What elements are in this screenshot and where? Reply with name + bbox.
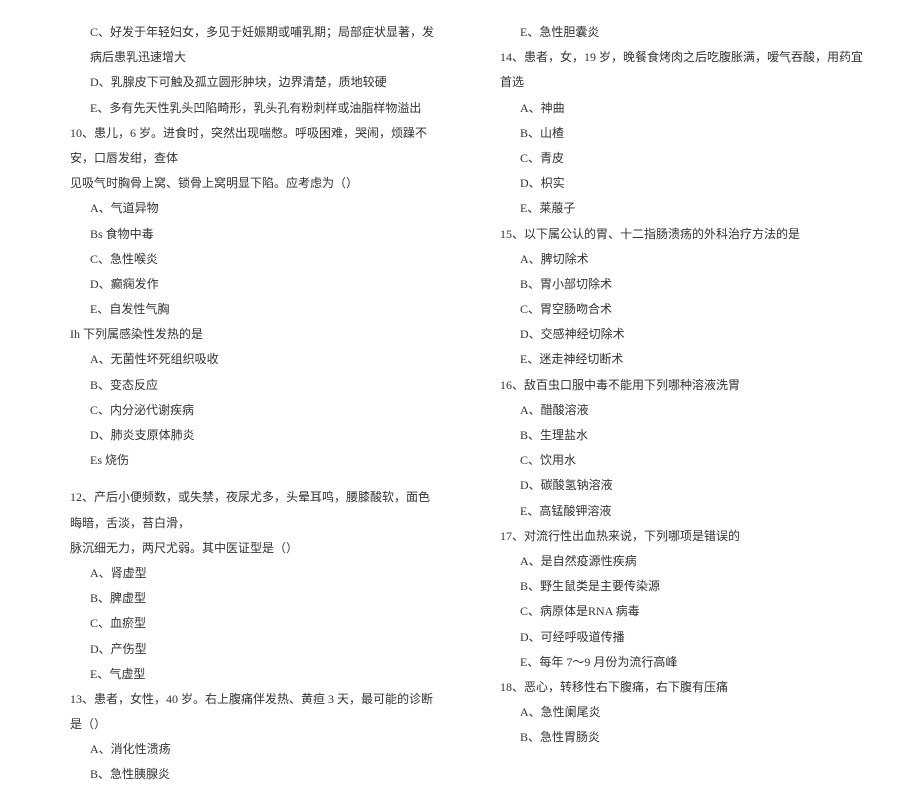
q16-option-e: E、高锰酸钾溶液	[500, 499, 870, 524]
q14-option-e: E、莱菔子	[500, 196, 870, 221]
q16-option-a: A、醋酸溶液	[500, 398, 870, 423]
left-column: C、好发于年轻妇女，多见于妊娠期或哺乳期；局部症状显著，发病后患乳迅速增大 D、…	[70, 20, 440, 788]
q16-option-c: C、饮用水	[500, 448, 870, 473]
q11-option-e: Es 烧伤	[70, 448, 440, 473]
q15-option-c: C、胃空肠吻合术	[500, 297, 870, 322]
q11-option-a: A、无菌性坏死组织吸收	[70, 347, 440, 372]
q9-option-e: E、多有先天性乳头凹陷畸形，乳头孔有粉刺样或油脂样物溢出	[70, 96, 440, 121]
q10-option-c: C、急性喉炎	[70, 247, 440, 272]
q14-stem: 14、患者，女，19 岁，晚餐食烤肉之后吃腹胀满，嗳气吞酸，用药宜首选	[500, 45, 870, 95]
q15-option-e: E、迷走神经切断术	[500, 347, 870, 372]
q13-option-a: A、消化性溃疡	[70, 737, 440, 762]
q15-option-d: D、交感神经切除术	[500, 322, 870, 347]
q15-option-a: A、脾切除术	[500, 247, 870, 272]
q17-option-d: D、可经呼吸道传播	[500, 625, 870, 650]
q12-option-a: A、肾虚型	[70, 561, 440, 586]
q13-option-b: B、急性胰腺炎	[70, 762, 440, 787]
q16-stem: 16、敌百虫口服中毒不能用下列哪种溶液洗胃	[500, 373, 870, 398]
q12-option-c: C、血瘀型	[70, 611, 440, 636]
q13-stem: 13、患者，女性，40 岁。右上腹痛伴发热、黄疸 3 天，最可能的诊断是（）	[70, 687, 440, 737]
q10-stem-line1: 10、患儿，6 岁。进食时，突然出现喘憋。呼吸困难，哭闹，烦躁不安，口唇发绀，查…	[70, 121, 440, 171]
q14-option-d: D、枳实	[500, 171, 870, 196]
q14-option-a: A、神曲	[500, 96, 870, 121]
q11-option-b: B、变态反应	[70, 373, 440, 398]
q12-stem-line1: 12、产后小便频数，或失禁，夜尿尤多，头晕耳鸣，腰膝酸软，面色晦暗，舌淡，苔白滑…	[70, 485, 440, 535]
q16-option-d: D、碳酸氢钠溶液	[500, 473, 870, 498]
q17-option-b: B、野生鼠类是主要传染源	[500, 574, 870, 599]
q18-stem: 18、恶心，转移性右下腹痛，右下腹有压痛	[500, 675, 870, 700]
q11-option-c: C、内分泌代谢疾病	[70, 398, 440, 423]
q9-option-c: C、好发于年轻妇女，多见于妊娠期或哺乳期；局部症状显著，发病后患乳迅速增大	[70, 20, 440, 70]
q9-option-d: D、乳腺皮下可触及孤立圆形肿块，边界清楚，质地较硬	[70, 70, 440, 95]
q18-option-b: B、急性胃肠炎	[500, 725, 870, 750]
q18-option-a: A、急性阑尾炎	[500, 700, 870, 725]
q10-option-e: E、自发性气胸	[70, 297, 440, 322]
q12-option-d: D、产伤型	[70, 637, 440, 662]
right-column: E、急性胆囊炎 14、患者，女，19 岁，晚餐食烤肉之后吃腹胀满，嗳气吞酸，用药…	[500, 20, 870, 788]
q10-option-b: Bs 食物中毒	[70, 222, 440, 247]
q11-stem: Ih 下列属感染性发热的是	[70, 322, 440, 347]
q17-option-a: A、是自然疫源性疾病	[500, 549, 870, 574]
spacer	[70, 473, 440, 485]
q10-stem-line2: 见吸气时胸骨上窝、锁骨上窝明显下陷。应考虑为（）	[70, 171, 440, 196]
q16-option-b: B、生理盐水	[500, 423, 870, 448]
q14-option-c: C、青皮	[500, 146, 870, 171]
q10-option-a: A、气道异物	[70, 196, 440, 221]
q11-option-d: D、肺炎支原体肺炎	[70, 423, 440, 448]
q10-option-d: D、癫痫发作	[70, 272, 440, 297]
q12-stem-line2: 脉沉细无力，两尺尤弱。其中医证型是（）	[70, 536, 440, 561]
q17-stem: 17、对流行性出血热来说，下列哪项是错误的	[500, 524, 870, 549]
q13-option-e: E、急性胆囊炎	[500, 20, 870, 45]
q14-option-b: B、山楂	[500, 121, 870, 146]
q15-option-b: B、胃小部切除术	[500, 272, 870, 297]
q15-stem: 15、以下属公认的胃、十二指肠溃疡的外科治疗方法的是	[500, 222, 870, 247]
q17-option-e: E、每年 7～9 月份为流行高峰	[500, 650, 870, 675]
q17-option-c: C、病原体是RNA 病毒	[500, 599, 870, 624]
q12-option-e: E、气虚型	[70, 662, 440, 687]
q12-option-b: B、脾虚型	[70, 586, 440, 611]
